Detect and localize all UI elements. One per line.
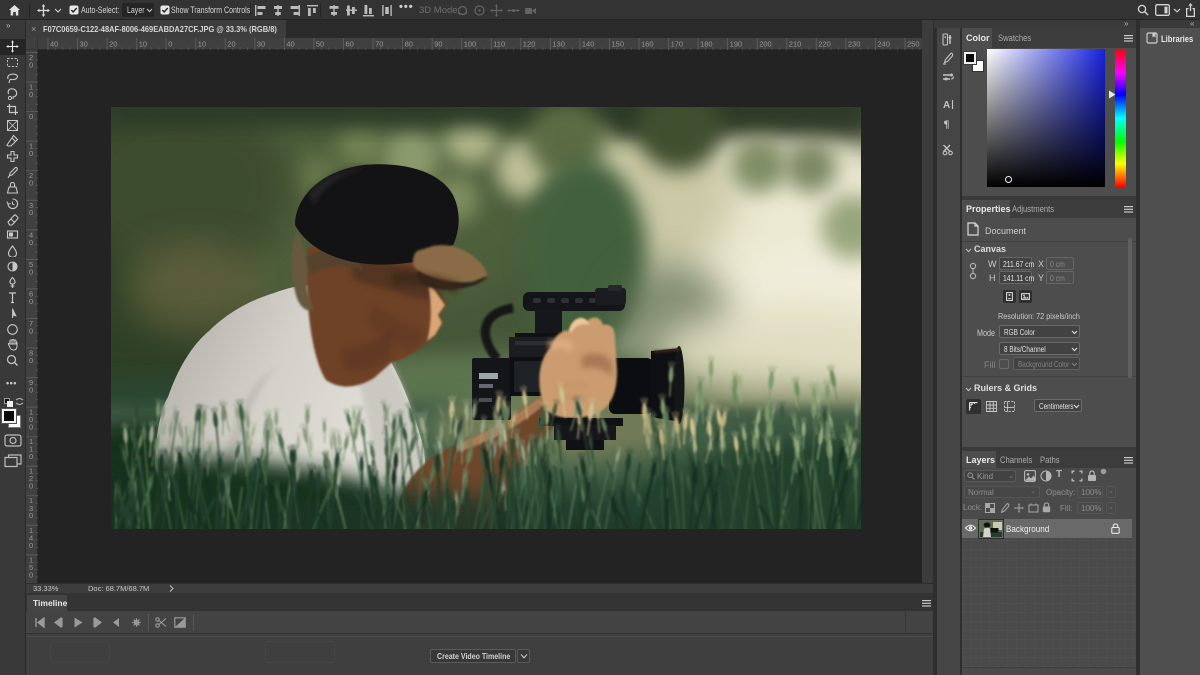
svg-text:0: 0 [29,208,33,217]
svg-text:0: 0 [29,511,33,520]
svg-text:250: 250 [907,40,920,49]
svg-text:230: 230 [848,40,861,49]
svg-text:0: 0 [29,326,33,335]
svg-text:A: A [943,100,950,111]
svg-text:90: 90 [434,40,442,49]
svg-text:200: 200 [759,40,772,49]
svg-text:0: 0 [29,179,33,188]
svg-text:0: 0 [29,541,33,550]
svg-text:220: 220 [818,40,831,49]
svg-text:0: 0 [29,297,33,306]
svg-text:70: 70 [375,40,383,49]
svg-text:50: 50 [316,40,324,49]
svg-text:0: 0 [29,452,33,461]
svg-text:40: 40 [50,40,58,49]
svg-text:0: 0 [29,61,33,70]
svg-text:10: 10 [139,40,147,49]
svg-text:160: 160 [641,40,654,49]
svg-text:10: 10 [198,40,206,49]
svg-text:60: 60 [346,40,354,49]
svg-text:0: 0 [29,356,33,365]
svg-text:20: 20 [109,40,117,49]
svg-text:240: 240 [877,40,890,49]
svg-text:170: 170 [671,40,684,49]
svg-text:140: 140 [582,40,595,49]
svg-text:0: 0 [29,423,33,432]
svg-text:0: 0 [29,90,33,99]
svg-text:210: 210 [789,40,802,49]
svg-text:¶: ¶ [944,119,950,131]
svg-text:30: 30 [80,40,88,49]
svg-text:190: 190 [730,40,743,49]
svg-text:0: 0 [29,238,33,247]
svg-text:110: 110 [493,40,505,49]
svg-text:100: 100 [464,40,477,49]
svg-text:40: 40 [286,40,294,49]
svg-text:0: 0 [29,386,33,395]
svg-text:0: 0 [29,482,33,491]
svg-text:30: 30 [257,40,265,49]
svg-text:0: 0 [29,267,33,276]
svg-text:130: 130 [552,40,565,49]
svg-text:0: 0 [29,570,33,579]
svg-text:20: 20 [227,40,235,49]
svg-text:0: 0 [168,40,172,49]
svg-text:80: 80 [405,40,413,49]
svg-text:180: 180 [700,40,713,49]
svg-text:0: 0 [29,149,33,158]
svg-text:150: 150 [612,40,625,49]
svg-text:120: 120 [523,40,536,49]
svg-text:0: 0 [29,112,33,121]
